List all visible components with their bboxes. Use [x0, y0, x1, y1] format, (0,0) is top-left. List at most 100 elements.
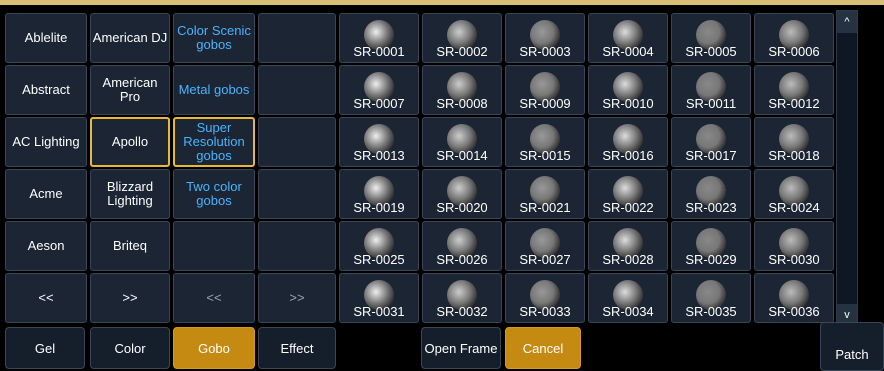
- gobo-cell[interactable]: SR-0012: [754, 65, 834, 115]
- gobo-cell[interactable]: SR-0034: [588, 273, 668, 323]
- cancel-button[interactable]: Cancel: [505, 327, 581, 369]
- category-super-resolution[interactable]: Super Resolution gobos: [173, 117, 255, 167]
- manufacturer-ablelite[interactable]: Ablelite: [5, 13, 87, 63]
- manufacturer-aeson[interactable]: Aeson: [5, 221, 87, 271]
- gobo-cell[interactable]: SR-0004: [588, 13, 668, 63]
- gobo-cell[interactable]: SR-0007: [339, 65, 419, 115]
- gobo-cell[interactable]: SR-0015: [505, 117, 585, 167]
- gobo-cell[interactable]: SR-0017: [671, 117, 751, 167]
- scrollbar[interactable]: ^ v: [836, 10, 858, 327]
- gobo-label: SR-0031: [353, 304, 405, 319]
- gobo-label: SR-0016: [602, 148, 654, 163]
- manufacturer-briteq[interactable]: Briteq: [90, 221, 170, 271]
- manufacturer-american-pro[interactable]: American Pro: [90, 65, 170, 115]
- gobo-label: SR-0002: [436, 44, 488, 59]
- gobo-label: SR-0012: [768, 96, 820, 111]
- category-page-forward-button[interactable]: >>: [258, 273, 336, 323]
- gobo-cell[interactable]: SR-0010: [588, 65, 668, 115]
- gobo-cell[interactable]: SR-0024: [754, 169, 834, 219]
- gobo-cell[interactable]: SR-0018: [754, 117, 834, 167]
- gobo-label: SR-0007: [353, 96, 405, 111]
- gobo-cell[interactable]: SR-0019: [339, 169, 419, 219]
- gobo-cell[interactable]: SR-0009: [505, 65, 585, 115]
- gobo-cell[interactable]: SR-0002: [422, 13, 502, 63]
- gobo-label: SR-0032: [436, 304, 488, 319]
- gobo-label: SR-0022: [602, 200, 654, 215]
- gobo-label: SR-0033: [519, 304, 571, 319]
- manufacturer-abstract[interactable]: Abstract: [5, 65, 87, 115]
- scroll-up-button[interactable]: ^: [837, 11, 857, 33]
- gobo-label: SR-0018: [768, 148, 820, 163]
- gobo-label: SR-0011: [685, 96, 737, 111]
- gobo-label: SR-0019: [353, 200, 405, 215]
- empty-cell: [258, 221, 336, 271]
- gobo-cell[interactable]: SR-0025: [339, 221, 419, 271]
- gobo-label: SR-0036: [768, 304, 820, 319]
- manufacturer-ac-lighting[interactable]: AC Lighting: [5, 117, 87, 167]
- gobo-label: SR-0010: [602, 96, 654, 111]
- empty-cell: [258, 65, 336, 115]
- manufacturer-blizzard-lighting[interactable]: Blizzard Lighting: [90, 169, 170, 219]
- gobo-cell[interactable]: SR-0003: [505, 13, 585, 63]
- gobo-label: SR-0028: [602, 252, 654, 267]
- gobo-label: SR-0023: [685, 200, 737, 215]
- category-metal[interactable]: Metal gobos: [173, 65, 255, 115]
- category-page-back-button[interactable]: <<: [173, 273, 255, 323]
- page-forward-button[interactable]: >>: [90, 273, 170, 323]
- gobo-label: SR-0030: [768, 252, 820, 267]
- color-button[interactable]: Color: [90, 327, 170, 369]
- gobo-label: SR-0029: [685, 252, 737, 267]
- category-color-scenic[interactable]: Color Scenic gobos: [173, 13, 255, 63]
- gobo-cell[interactable]: SR-0005: [671, 13, 751, 63]
- gobo-label: SR-0034: [602, 304, 654, 319]
- gobo-label: SR-0017: [685, 148, 737, 163]
- gobo-cell[interactable]: SR-0026: [422, 221, 502, 271]
- gobo-cell[interactable]: SR-0020: [422, 169, 502, 219]
- gobo-label: SR-0027: [519, 252, 571, 267]
- gobo-label: SR-0021: [519, 200, 571, 215]
- gobo-label: SR-0009: [519, 96, 571, 111]
- gobo-cell[interactable]: SR-0027: [505, 221, 585, 271]
- gobo-cell[interactable]: SR-0036: [754, 273, 834, 323]
- empty-cell: [258, 169, 336, 219]
- gobo-cell[interactable]: SR-0023: [671, 169, 751, 219]
- gel-button[interactable]: Gel: [5, 327, 85, 369]
- gobo-label: SR-0006: [768, 44, 820, 59]
- gobo-cell[interactable]: SR-0022: [588, 169, 668, 219]
- gobo-cell[interactable]: SR-0032: [422, 273, 502, 323]
- gobo-cell[interactable]: SR-0014: [422, 117, 502, 167]
- gobo-cell[interactable]: SR-0031: [339, 273, 419, 323]
- gobo-cell[interactable]: SR-0021: [505, 169, 585, 219]
- gobo-cell[interactable]: SR-0013: [339, 117, 419, 167]
- patch-button[interactable]: Patch: [820, 322, 884, 371]
- gobo-cell[interactable]: SR-0011: [671, 65, 751, 115]
- gobo-label: SR-0005: [685, 44, 737, 59]
- gobo-label: SR-0004: [602, 44, 654, 59]
- manufacturer-acme[interactable]: Acme: [5, 169, 87, 219]
- category-empty: [173, 221, 255, 271]
- gobo-button[interactable]: Gobo: [173, 327, 255, 369]
- gobo-cell[interactable]: SR-0029: [671, 221, 751, 271]
- gobo-cell[interactable]: SR-0033: [505, 273, 585, 323]
- gobo-label: SR-0025: [353, 252, 405, 267]
- gobo-cell[interactable]: SR-0028: [588, 221, 668, 271]
- gobo-cell[interactable]: SR-0030: [754, 221, 834, 271]
- gobo-cell[interactable]: SR-0016: [588, 117, 668, 167]
- effect-button[interactable]: Effect: [258, 327, 336, 369]
- gobo-cell[interactable]: SR-0006: [754, 13, 834, 63]
- manufacturer-apollo[interactable]: Apollo: [90, 117, 170, 167]
- gobo-label: SR-0020: [436, 200, 488, 215]
- top-accent-line: [0, 0, 884, 5]
- gobo-label: SR-0008: [436, 96, 488, 111]
- gobo-cell[interactable]: SR-0001: [339, 13, 419, 63]
- page-back-button[interactable]: <<: [5, 273, 87, 323]
- gobo-label: SR-0026: [436, 252, 488, 267]
- open-frame-button[interactable]: Open Frame: [421, 327, 501, 369]
- gobo-label: SR-0014: [436, 148, 488, 163]
- category-two-color[interactable]: Two color gobos: [173, 169, 255, 219]
- gobo-cell[interactable]: SR-0008: [422, 65, 502, 115]
- gobo-label: SR-0001: [353, 44, 405, 59]
- gobo-cell[interactable]: SR-0035: [671, 273, 751, 323]
- gobo-label: SR-0015: [519, 148, 571, 163]
- manufacturer-american-dj[interactable]: American DJ: [90, 13, 170, 63]
